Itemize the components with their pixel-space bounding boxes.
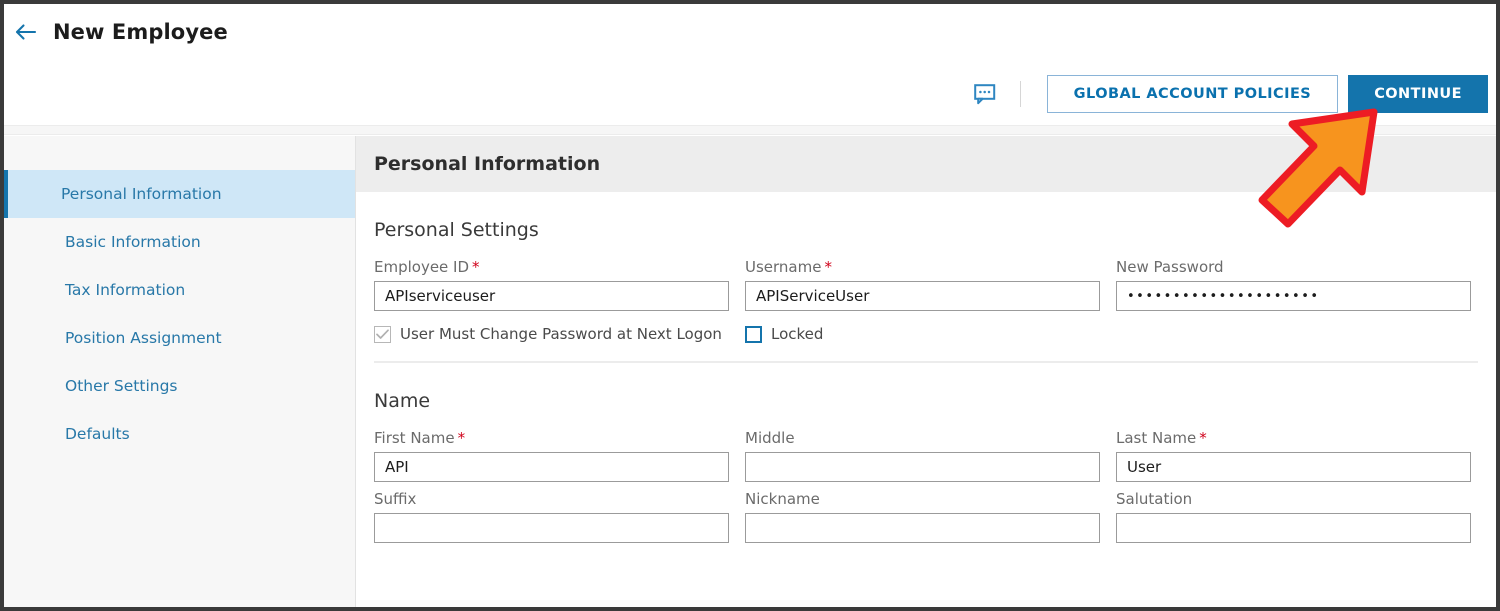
field-new-password: New Password: [1116, 258, 1471, 311]
global-account-policies-button[interactable]: GLOBAL ACCOUNT POLICIES: [1046, 75, 1339, 113]
name-field-row-1: First Name* Middle Last Name*: [374, 429, 1478, 482]
checkmark-icon: [374, 325, 391, 343]
label-text: First Name: [374, 429, 455, 447]
required-asterisk: *: [472, 258, 480, 276]
field-label-new-password: New Password: [1116, 258, 1224, 276]
checkbox-locked[interactable]: Locked: [745, 325, 823, 343]
empty-checkbox-icon: [745, 325, 762, 343]
field-salutation: Salutation: [1116, 490, 1471, 543]
sidebar-item-basic-information[interactable]: Basic Information: [4, 218, 355, 266]
header-actions: GLOBAL ACCOUNT POLICIES CONTINUE: [970, 75, 1488, 113]
field-suffix: Suffix: [374, 490, 729, 543]
nickname-input[interactable]: [745, 513, 1100, 543]
sidebar-item-label: Defaults: [65, 425, 130, 443]
main-body: Personal Information Basic Information T…: [4, 136, 1496, 607]
continue-button[interactable]: CONTINUE: [1348, 75, 1488, 113]
sidebar-item-label: Basic Information: [65, 233, 201, 251]
suffix-input[interactable]: [374, 513, 729, 543]
field-label-last-name: Last Name *: [1116, 429, 1471, 447]
sidebar-item-position-assignment[interactable]: Position Assignment: [4, 314, 355, 362]
header-divider: [1019, 81, 1021, 107]
required-asterisk: *: [824, 258, 832, 276]
arrow-left-icon[interactable]: [12, 18, 40, 46]
field-label-nickname: Nickname: [745, 490, 820, 508]
field-label-salutation: Salutation: [1116, 490, 1193, 508]
label-text: Username: [745, 258, 822, 276]
sidebar-item-personal-information[interactable]: Personal Information: [4, 170, 355, 218]
header-separator-band: [4, 125, 1496, 135]
field-first-name: First Name *: [374, 429, 729, 482]
checkbox-user-must-change-password[interactable]: User Must Change Password at Next Logon: [374, 325, 745, 343]
content-header-title: Personal Information: [374, 153, 601, 175]
top-header-bar: New Employee GLOBAL ACCOUNT POLICIES CON…: [4, 4, 1496, 125]
last-name-input[interactable]: [1116, 452, 1471, 482]
section-title-name: Name: [374, 390, 431, 412]
checkbox-label: User Must Change Password at Next Logon: [400, 325, 722, 343]
label-text: Employee ID: [374, 258, 470, 276]
employee-id-input[interactable]: [374, 281, 729, 311]
field-label-username: Username *: [745, 258, 1100, 276]
section-title-personal-settings: Personal Settings: [374, 219, 539, 241]
personal-settings-field-row: Employee ID* Username* New Password: [374, 258, 1478, 311]
middle-name-input[interactable]: [745, 452, 1100, 482]
sidebar-item-label: Personal Information: [61, 185, 222, 203]
checkbox-label: Locked: [771, 325, 824, 343]
field-nickname: Nickname: [745, 490, 1100, 543]
field-label-suffix: Suffix: [374, 490, 417, 508]
sidebar-item-other-settings[interactable]: Other Settings: [4, 362, 355, 410]
field-username: Username *: [745, 258, 1100, 311]
salutation-input[interactable]: [1116, 513, 1471, 543]
required-asterisk: *: [457, 429, 466, 447]
sidebar-item-label: Other Settings: [65, 377, 178, 395]
page-title-row: New Employee: [12, 18, 228, 46]
personal-settings-checkbox-row: User Must Change Password at Next Logon …: [374, 325, 1478, 343]
field-label-first-name: First Name *: [374, 429, 729, 447]
field-last-name: Last Name *: [1116, 429, 1471, 482]
field-label-middle: Middle: [745, 429, 795, 447]
sidebar-item-tax-information[interactable]: Tax Information: [4, 266, 355, 314]
name-section: Name First Name* Middle Last Name*: [356, 390, 1496, 543]
field-middle: Middle: [745, 429, 1100, 482]
new-password-input[interactable]: [1116, 281, 1471, 311]
name-field-row-2: Suffix Nickname Salutation: [374, 490, 1478, 543]
page-title: New Employee: [53, 20, 228, 44]
sidebar-item-defaults[interactable]: Defaults: [4, 410, 355, 458]
field-label-employee-id: Employee ID *: [374, 258, 729, 276]
comment-bubble-icon[interactable]: [970, 79, 1000, 109]
label-text: Last Name: [1116, 429, 1197, 447]
app-window: New Employee GLOBAL ACCOUNT POLICIES CON…: [0, 0, 1500, 611]
sidebar-nav: Personal Information Basic Information T…: [4, 136, 356, 607]
content-panel: Personal Information Personal Settings E…: [356, 136, 1496, 607]
required-asterisk: *: [1199, 429, 1207, 447]
content-header: Personal Information: [356, 136, 1496, 192]
sidebar-item-label: Tax Information: [65, 281, 186, 299]
first-name-input[interactable]: [374, 452, 729, 482]
personal-settings-section: Personal Settings Employee ID* Username*…: [356, 219, 1496, 363]
field-employee-id: Employee ID *: [374, 258, 729, 311]
sidebar-item-label: Position Assignment: [65, 329, 222, 347]
username-input[interactable]: [745, 281, 1100, 311]
section-divider: [374, 361, 1478, 363]
